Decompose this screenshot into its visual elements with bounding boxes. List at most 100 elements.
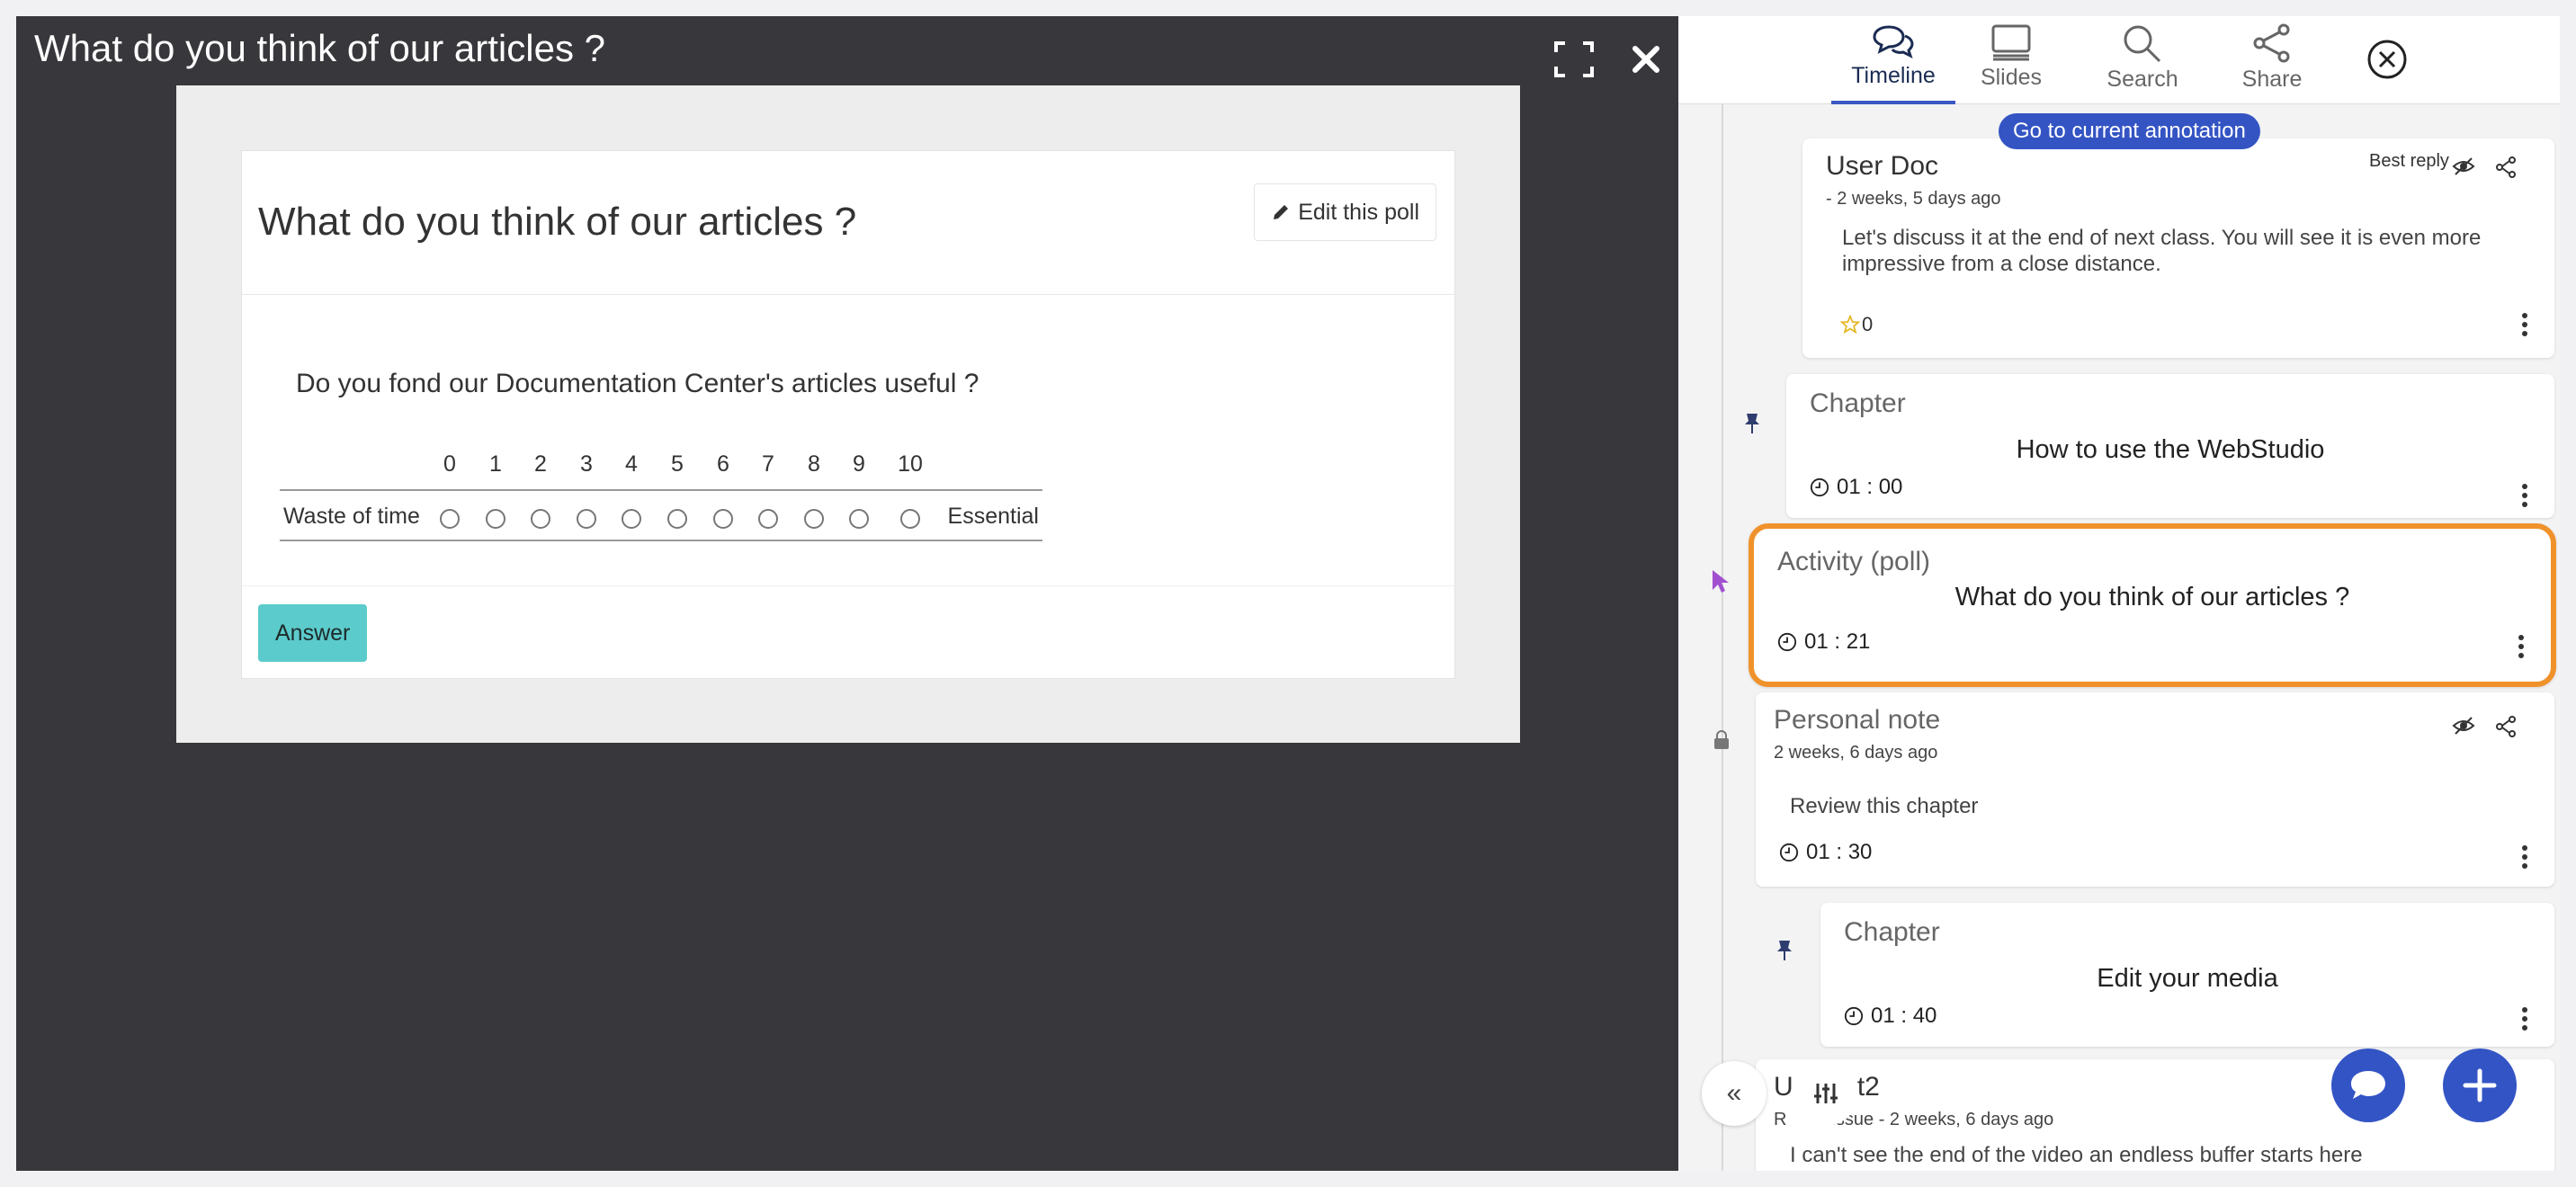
note-text: Review this chapter: [1790, 794, 1979, 818]
tab-label: Share: [2241, 67, 2303, 92]
tab-share[interactable]: Share: [2229, 16, 2315, 104]
filter-button[interactable]: [1793, 1061, 1858, 1126]
cursor-icon: [1713, 570, 1729, 593]
poll-card: What do you think of our articles ? Edit…: [241, 150, 1455, 679]
rating-radio-8[interactable]: [804, 509, 824, 529]
slides-icon: [1991, 24, 2031, 61]
best-reply-label: Best reply: [2369, 151, 2449, 171]
poll-frame: What do you think of our articles ? Edit…: [176, 85, 1520, 743]
activity-time-value: 01 : 21: [1804, 629, 1871, 654]
rating-radio-4[interactable]: [622, 509, 641, 529]
plus-icon: [2463, 1068, 2497, 1102]
poll-heading: What do you think of our articles ?: [258, 200, 857, 244]
scale-number: 6: [717, 451, 729, 477]
rating-radio-9[interactable]: [849, 509, 869, 529]
close-icon[interactable]: [1623, 36, 1669, 83]
scale-number: 8: [808, 451, 820, 477]
clock-icon: [1844, 1006, 1864, 1026]
edit-poll-label: Edit this poll: [1298, 199, 1419, 225]
chapter-time-value: 01 : 40: [1871, 1004, 1937, 1028]
chapter-type: Chapter: [1810, 388, 1906, 418]
tab-search[interactable]: Search: [2097, 16, 2187, 104]
player-title: What do you think of our articles ?: [34, 27, 605, 69]
scale-left-label: Waste of time: [283, 504, 420, 529]
share-icon[interactable]: [2495, 156, 2517, 178]
note-type: Personal note: [1774, 705, 1941, 735]
close-circle-icon[interactable]: [2366, 38, 2409, 81]
scale-number: 10: [898, 451, 923, 477]
rating-radio-3[interactable]: [577, 509, 596, 529]
scale-number: 4: [625, 451, 638, 477]
double-chevron-left-icon: «: [1726, 1078, 1742, 1108]
poll-player: What do you think of our articles ? What…: [16, 16, 1678, 1171]
chapter-type: Chapter: [1844, 917, 1940, 947]
scale-right-label: Essential: [947, 504, 1039, 529]
rating-radio-5[interactable]: [667, 509, 687, 529]
comment-card[interactable]: U Test2 R issue - 2 weeks, 6 days ago I …: [1756, 1059, 2554, 1171]
activity-title: What do you think of our articles ?: [1954, 583, 2350, 611]
scale-number: 5: [671, 451, 684, 477]
chapter-time: 01 : 00: [1810, 475, 1902, 500]
tab-label: Search: [2106, 67, 2178, 92]
comment-text: I can't see the end of the video an endl…: [1790, 1143, 2363, 1167]
poll-question: Do you fond our Documentation Center's a…: [296, 369, 979, 398]
tab-slides[interactable]: Slides: [1964, 16, 2058, 104]
scale-number: 0: [443, 451, 456, 477]
reply-card[interactable]: User Doc - 2 weeks, 5 days ago Best repl…: [1802, 138, 2554, 358]
rating-radio-10[interactable]: [900, 509, 920, 529]
personal-note-card[interactable]: Personal note 2 weeks, 6 days ago Review…: [1756, 692, 2554, 887]
chapter-title: How to use the WebStudio: [2016, 435, 2325, 464]
pencil-icon: [1274, 205, 1289, 219]
reply-meta: - 2 weeks, 5 days ago: [1826, 189, 2001, 209]
poll-header: What do you think of our articles ? Edit…: [242, 151, 1454, 295]
answer-button[interactable]: Answer: [258, 604, 368, 662]
poll-body: Do you fond our Documentation Center's a…: [242, 295, 1454, 586]
more-options-icon[interactable]: [2518, 635, 2526, 658]
star-count: 0: [1862, 313, 1874, 335]
more-options-icon[interactable]: [2522, 484, 2529, 507]
rating-radio-2[interactable]: [531, 509, 550, 529]
tab-label: Slides: [1980, 65, 2043, 90]
go-to-current-annotation-button[interactable]: Go to current annotation: [1999, 113, 2260, 149]
clock-icon: [1810, 477, 1829, 497]
rating-radio-7[interactable]: [758, 509, 778, 529]
more-options-icon[interactable]: [2522, 313, 2529, 336]
share-icon[interactable]: [2495, 716, 2517, 737]
comments-icon: [1873, 25, 1914, 58]
visibility-icon[interactable]: [2452, 156, 2475, 176]
scale-row: Waste of time Essential: [280, 489, 1042, 541]
chapter-card[interactable]: Chapter How to use the WebStudio 01 : 00: [1786, 374, 2554, 518]
note-time: 01 : 30: [1779, 840, 1872, 865]
reply-text: Let's discuss it at the end of next clas…: [1842, 226, 2482, 276]
clock-icon: [1777, 632, 1797, 652]
rating-scale: 0 1 2 3 4 5 6 7 8 9 10 Waste of time Ess…: [280, 444, 1042, 541]
lock-icon: [1714, 730, 1729, 749]
sliders-icon: [1814, 1084, 1838, 1103]
rating-radio-0[interactable]: [440, 509, 460, 529]
scale-number: 3: [580, 451, 593, 477]
add-annotation-button[interactable]: [2443, 1049, 2517, 1122]
chapter-card[interactable]: Chapter Edit your media 01 : 40: [1820, 903, 2554, 1047]
activity-poll-card[interactable]: Activity (poll) What do you think of our…: [1749, 523, 2556, 687]
more-options-icon[interactable]: [2522, 845, 2529, 869]
chapter-time: 01 : 40: [1844, 1004, 1936, 1029]
collapse-sidebar-button[interactable]: «: [1702, 1061, 1767, 1126]
rating-radio-6[interactable]: [713, 509, 733, 529]
rating-radio-1[interactable]: [486, 509, 505, 529]
edit-poll-button[interactable]: Edit this poll: [1254, 183, 1436, 241]
clock-icon: [1779, 843, 1799, 862]
fullscreen-icon[interactable]: [1551, 36, 1597, 83]
scale-number: 2: [534, 451, 547, 477]
visibility-icon[interactable]: [2452, 716, 2475, 736]
comment-fab-button[interactable]: [2331, 1049, 2405, 1122]
scale-number: 9: [853, 451, 865, 477]
tab-timeline[interactable]: Timeline: [1831, 16, 1955, 104]
reply-user: User Doc: [1826, 151, 1939, 181]
star-rating[interactable]: 0: [1840, 313, 1873, 336]
activity-time: 01 : 21: [1777, 629, 1870, 655]
chapter-title: Edit your media: [2097, 964, 2278, 993]
pin-icon: [1745, 414, 1759, 433]
pin-icon: [1777, 941, 1792, 960]
more-options-icon[interactable]: [2522, 1007, 2529, 1031]
scale-numbers: 0 1 2 3 4 5 6 7 8 9 10: [280, 444, 1042, 489]
